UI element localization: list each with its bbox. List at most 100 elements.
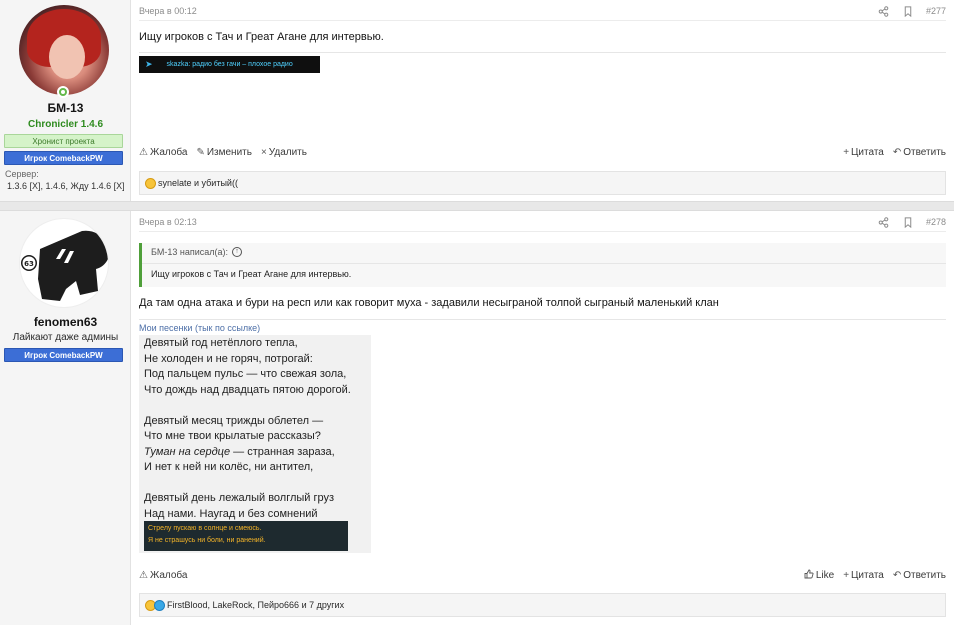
- poem-stanza-3: Девятый день лежалый волглый груз Над на…: [144, 491, 366, 522]
- poem-line: Туман на сердце — странная зараза,: [144, 445, 366, 461]
- pencil-icon: ✎: [196, 146, 205, 158]
- plus-icon: +: [843, 569, 850, 581]
- avatar-badge: 63: [24, 260, 34, 268]
- bookmark-icon[interactable]: [902, 216, 914, 228]
- user-cell: БМ-13 Chronicler 1.4.6 Хронист проекта И…: [0, 0, 131, 201]
- post-actions: ⚠ Жалоба Like + Цитата ↶ Ответить: [139, 568, 946, 582]
- arrow-up-icon[interactable]: ↑: [232, 247, 243, 257]
- reactions-bar[interactable]: FirstBlood, LakeRock, Пейро666 и 7 други…: [139, 593, 946, 617]
- poem-banner-line: Стрелу пускаю в солнце и смеюсь.: [148, 525, 262, 532]
- reactions-users[interactable]: synelate и убитый((: [158, 178, 238, 188]
- thumbs-up-icon: [804, 569, 814, 582]
- warning-icon: ⚠: [139, 569, 148, 581]
- laugh-emoji-icon: [145, 177, 156, 189]
- post-278: 63 fenomen63 Лайкают даже админы Игрок C…: [0, 211, 954, 625]
- poem-banner-line: Я не страшусь ни боли, ни ранений.: [148, 537, 266, 544]
- play-icon: ➤: [145, 59, 153, 70]
- meta-divider: [139, 20, 946, 21]
- report-button[interactable]: ⚠ Жалоба: [139, 147, 187, 158]
- reply-button[interactable]: ↶ Ответить: [893, 147, 946, 158]
- quote-header: БМ-13 написал(а): ↑: [151, 247, 243, 257]
- post-meta-tools: #278: [878, 216, 946, 228]
- server-label: Сервер:: [5, 169, 39, 179]
- report-label: Жалоба: [149, 146, 188, 158]
- poem-line-rest: — странная зараза,: [230, 445, 335, 458]
- delete-label: Удалить: [268, 146, 307, 158]
- poem-line: Девятый год нетёплого тепла,: [144, 337, 298, 349]
- share-icon[interactable]: [878, 5, 890, 17]
- songs-link[interactable]: Мои песенки (тык по ссылке): [139, 323, 260, 333]
- reply-icon: ↶: [892, 146, 902, 158]
- post-separator: [0, 201, 954, 211]
- reactions-bar[interactable]: synelate и убитый((: [139, 171, 946, 195]
- post-actions: ⚠ Жалоба ✎ Изменить × Удалить + Цитата ↶…: [139, 145, 946, 159]
- post-number[interactable]: #277: [926, 6, 946, 16]
- user-title: Лайкают даже админы: [12, 332, 119, 343]
- edit-label: Изменить: [206, 146, 252, 158]
- post-number[interactable]: #278: [926, 217, 946, 227]
- warning-icon: ⚠: [139, 146, 148, 158]
- like-button[interactable]: Like: [804, 569, 834, 582]
- quote-divider: [142, 263, 946, 264]
- poem-stanza-1: Девятый год нетёплого тепла, Не холоден …: [144, 336, 366, 398]
- report-label: Жалоба: [149, 569, 188, 581]
- quote-button[interactable]: + Цитата: [843, 570, 884, 581]
- quote-author[interactable]: БМ-13 написал(а):: [151, 247, 228, 257]
- post-meta-tools: #277: [878, 5, 946, 17]
- post-date[interactable]: Вчера в 02:13: [139, 217, 197, 227]
- avatar-face: [49, 35, 85, 79]
- delete-button[interactable]: × Удалить: [261, 147, 307, 158]
- user-banner-player: Игрок ComebackPW: [4, 348, 123, 362]
- poem-line: Под пальцем пульс — что свежая зола,: [144, 368, 347, 380]
- meta-divider: [139, 231, 946, 232]
- avatar[interactable]: 63: [19, 218, 109, 308]
- poem-line: Над нами. Наугад и без сомнений: [144, 507, 318, 520]
- signature-divider: [139, 319, 946, 320]
- quote-button[interactable]: + Цитата: [843, 147, 884, 158]
- edit-button[interactable]: ✎ Изменить: [196, 147, 252, 158]
- x-icon: ×: [260, 146, 267, 158]
- user-cell: 63 fenomen63 Лайкают даже админы Игрок C…: [0, 211, 131, 625]
- username[interactable]: fenomen63: [0, 315, 131, 329]
- avatar[interactable]: [19, 5, 109, 95]
- post-message: Ищу игроков с Тач и Греат Агане для инте…: [139, 31, 384, 43]
- poem-line: Что мне твои крылатые рассказы?: [144, 430, 321, 442]
- poem-italic: Туман на сердце: [144, 445, 231, 458]
- reply-label: Ответить: [903, 569, 946, 581]
- quote-text: Ищу игроков с Тач и Греат Агане для инте…: [151, 269, 352, 279]
- quote-block: БМ-13 написал(а): ↑ Ищу игроков с Тач и …: [139, 243, 946, 287]
- user-title: Chronicler 1.4.6: [27, 119, 104, 130]
- post-main: Вчера в 00:12 #277 Ищу игроков с Тач и Г…: [131, 0, 954, 201]
- signature-banner[interactable]: ➤ skazka: радио без гачи – плохое радио: [139, 56, 320, 73]
- poem-stanza-2: Девятый месяц трижды облетел — Что мне т…: [144, 414, 366, 476]
- signature-poem: Девятый год нетёплого тепла, Не холоден …: [139, 335, 371, 553]
- reply-label: Ответить: [903, 146, 946, 158]
- online-status-icon: [57, 86, 69, 98]
- reply-button[interactable]: ↶ Ответить: [893, 570, 946, 581]
- poem-line: Девятый месяц трижды облетел —: [144, 414, 324, 427]
- wow-emoji-icon: [154, 599, 165, 611]
- post-date[interactable]: Вчера в 00:12: [139, 6, 197, 16]
- server-value: 1.3.6 [X], 1.4.6, Жду 1.4.6 [X]: [7, 181, 125, 191]
- username[interactable]: БМ-13: [0, 101, 131, 115]
- user-banner-chronicler: Хронист проекта: [4, 134, 123, 148]
- bookmark-icon[interactable]: [902, 5, 914, 17]
- like-label: Like: [815, 569, 835, 581]
- poem-line: Девятый день лежалый волглый груз: [144, 492, 335, 504]
- post-277: БМ-13 Chronicler 1.4.6 Хронист проекта И…: [0, 0, 954, 201]
- quote-label: Цитата: [851, 146, 884, 158]
- signature-banner-text: skazka: радио без гачи – плохое радио: [166, 61, 293, 68]
- poem-banner: Стрелу пускаю в солнце и смеюсь. Я не ст…: [144, 521, 348, 551]
- poem-line: Что дождь над двадцать пятою дорогой.: [144, 383, 351, 396]
- thread: БМ-13 Chronicler 1.4.6 Хронист проекта И…: [0, 0, 954, 625]
- reactions-users[interactable]: FirstBlood, LakeRock, Пейро666 и 7 други…: [167, 600, 344, 610]
- user-banner-player: Игрок ComebackPW: [4, 151, 123, 165]
- post-message: Да там одна атака и бури на респ или как…: [139, 297, 719, 309]
- post-main: Вчера в 02:13 #278 БМ-13 написал(а): ↑ И…: [131, 211, 954, 625]
- share-icon[interactable]: [878, 216, 890, 228]
- poem-line: И нет к ней ни колёс, ни антител,: [144, 461, 314, 473]
- quote-label: Цитата: [851, 569, 884, 581]
- reply-icon: ↶: [892, 569, 902, 581]
- signature-divider: [139, 52, 946, 53]
- report-button[interactable]: ⚠ Жалоба: [139, 570, 187, 581]
